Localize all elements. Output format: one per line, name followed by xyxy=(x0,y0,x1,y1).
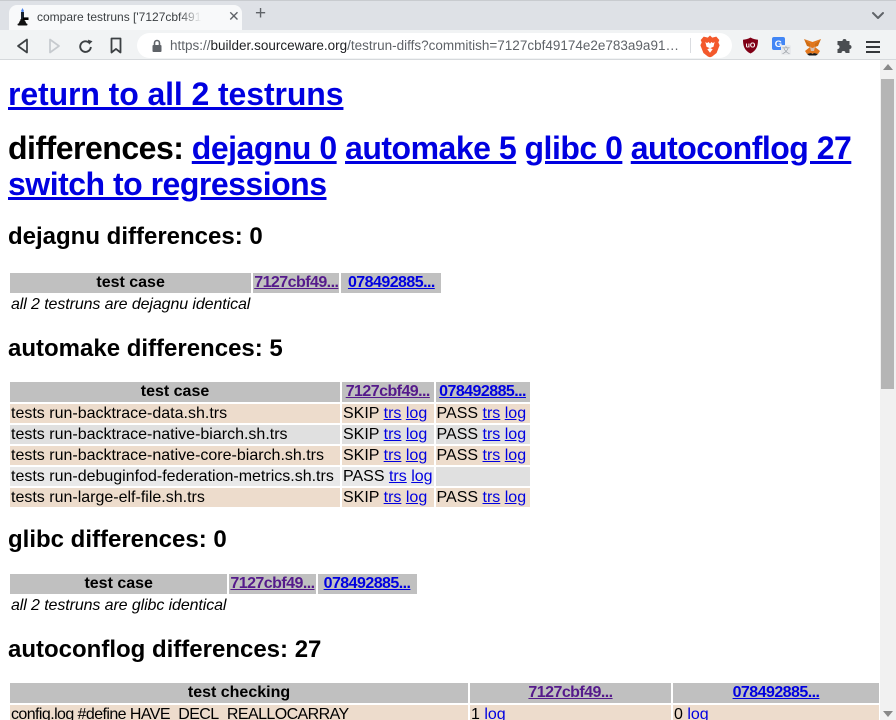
svg-text:uO: uO xyxy=(746,43,756,50)
svg-text:文: 文 xyxy=(782,45,790,55)
